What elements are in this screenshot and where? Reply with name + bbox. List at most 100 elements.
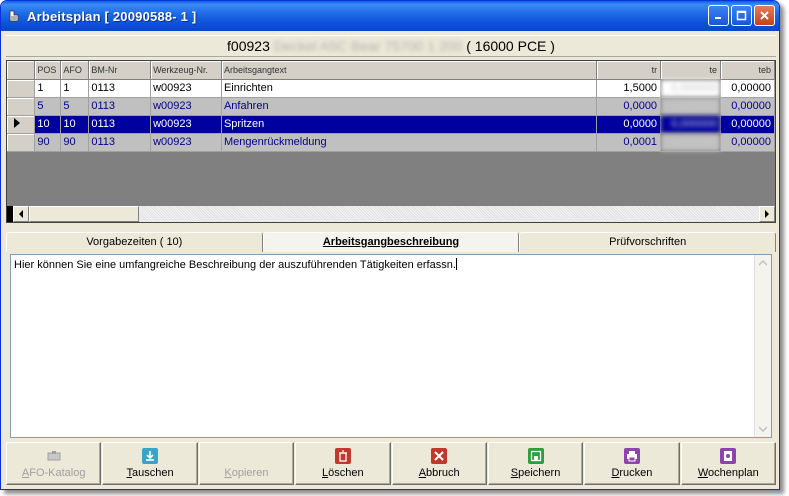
- cell-afo: 10: [60, 115, 90, 134]
- cell-bm-nr: 0113: [88, 79, 152, 98]
- text-caret: [455, 258, 457, 270]
- col-header-bm-nr[interactable]: BM-Nr: [88, 61, 152, 80]
- row-selector[interactable]: [7, 79, 36, 98]
- minimize-button[interactable]: [708, 5, 729, 26]
- cell-te: 0,000000: [660, 133, 721, 152]
- speichern-label: Speichern: [510, 467, 561, 479]
- arrow-left-icon: [19, 210, 23, 218]
- col-header-pos[interactable]: POS: [34, 61, 62, 80]
- cell-arbeitsgangtext: Einrichten: [221, 79, 598, 98]
- afo-katalog-button[interactable]: AFO-Katalog: [6, 442, 102, 485]
- close-button[interactable]: [754, 5, 775, 26]
- cell-teb: 0,00000: [720, 97, 775, 116]
- cell-te: 0,000000: [660, 79, 721, 98]
- col-header-werkzeug-nr[interactable]: Werkzeug-Nr.: [150, 61, 222, 80]
- cell-afo: 1: [60, 79, 90, 98]
- arrow-up-icon: [759, 260, 767, 266]
- table-row[interactable]: 5 5 0113 w00923 Anfahren 0,0000 0,000000…: [7, 97, 775, 116]
- close-icon: [760, 11, 769, 20]
- scroll-up-button[interactable]: [755, 255, 771, 271]
- cell-tr: 1,5000: [596, 79, 662, 98]
- cell-te: 0,000000: [660, 97, 721, 116]
- col-header-arbeitsgangtext[interactable]: Arbeitsgangtext: [221, 61, 598, 80]
- description-text: Hier können Sie eine umfangreiche Beschr…: [14, 259, 456, 271]
- table-row[interactable]: 1 1 0113 w00923 Einrichten 1,5000 0,0000…: [7, 79, 775, 98]
- cell-werkzeug-nr: w00923: [150, 79, 222, 98]
- cell-pos: 1: [34, 79, 62, 98]
- app-icon: [7, 9, 21, 23]
- scrollbar-track[interactable]: [139, 206, 759, 222]
- grid-horizontal-scrollbar[interactable]: [7, 205, 775, 222]
- kopieren-label: Kopieren: [224, 467, 269, 479]
- scroll-left-button[interactable]: [13, 206, 29, 222]
- tab-pruefvorschriften[interactable]: Prüfvorschriften: [519, 232, 777, 252]
- row-selector[interactable]: [7, 133, 36, 152]
- tab-vorgabezeiten[interactable]: Vorgabezeiten ( 10): [6, 232, 263, 252]
- save-disk-icon: [527, 448, 544, 464]
- cell-bm-nr: 0113: [88, 115, 152, 134]
- action-toolbar: AFO-Katalog Tauschen Kopieren Löschen Ab…: [6, 442, 776, 487]
- arbeitsplan-window: Arbeitsplan [ 20090588- 1 ] f00923 Decke…: [0, 0, 780, 490]
- article-quantity: ( 16000 PCE ): [466, 38, 555, 54]
- cell-afo: 5: [60, 97, 90, 116]
- cell-pos: 5: [34, 97, 62, 116]
- loeschen-button[interactable]: Löschen: [295, 442, 391, 485]
- trash-icon: [334, 448, 351, 464]
- scrollbar-thumb[interactable]: [29, 206, 139, 222]
- operations-table: POS AFO BM-Nr Werkzeug-Nr. Arbeitsgangte…: [7, 61, 775, 152]
- article-header: f00923 Deckel A5C Bear 75700 1 200 ( 160…: [6, 35, 776, 57]
- row-selector-current[interactable]: [7, 115, 36, 134]
- table-row[interactable]: 90 90 0113 w00923 Mengenrückmeldung 0,00…: [7, 133, 775, 152]
- operations-grid[interactable]: POS AFO BM-Nr Werkzeug-Nr. Arbeitsgangte…: [6, 60, 776, 223]
- drucken-button[interactable]: Drucken: [584, 442, 680, 485]
- cell-teb: 0,00000: [720, 133, 775, 152]
- tauschen-button[interactable]: Tauschen: [102, 442, 198, 485]
- col-header-afo[interactable]: AFO: [60, 61, 90, 80]
- cell-werkzeug-nr: w00923: [150, 133, 222, 152]
- table-row-selected[interactable]: 10 10 0113 w00923 Spritzen 0,0000 0,0000…: [7, 115, 775, 134]
- cell-afo: 90: [60, 133, 90, 152]
- article-code: f00923: [227, 38, 270, 54]
- current-row-arrow-icon: [14, 117, 20, 128]
- drucken-label: Drucken: [611, 467, 653, 479]
- tauschen-label: Tauschen: [126, 467, 174, 479]
- kopieren-button[interactable]: Kopieren: [198, 442, 295, 485]
- cell-teb: 0,00000: [720, 79, 775, 98]
- scroll-right-button[interactable]: [759, 206, 775, 222]
- col-header-te[interactable]: te: [660, 61, 721, 80]
- week-plan-icon: [720, 448, 737, 464]
- abbruch-label: Abbruch: [418, 467, 460, 479]
- description-vertical-scrollbar[interactable]: [754, 255, 771, 437]
- row-selector[interactable]: [7, 97, 36, 116]
- cell-werkzeug-nr: w00923: [150, 97, 222, 116]
- catalog-icon: [46, 448, 62, 464]
- speichern-button[interactable]: Speichern: [487, 442, 584, 485]
- maximize-button[interactable]: [731, 5, 752, 26]
- description-textarea[interactable]: Hier können Sie eine umfangreiche Beschr…: [10, 254, 772, 438]
- loeschen-label: Löschen: [322, 467, 364, 479]
- afo-katalog-label: AFO-Katalog: [21, 467, 86, 479]
- cell-bm-nr: 0113: [88, 133, 152, 152]
- wochenplan-label: Wochenplan: [697, 467, 759, 479]
- cell-arbeitsgangtext: Spritzen: [221, 115, 598, 134]
- cell-bm-nr: 0113: [88, 97, 152, 116]
- scroll-down-button[interactable]: [755, 421, 771, 437]
- cell-tr: 0,0001: [596, 133, 662, 152]
- title-bar[interactable]: Arbeitsplan [ 20090588- 1 ]: [1, 1, 779, 31]
- cancel-x-icon: [431, 448, 448, 464]
- description-text-container: Hier können Sie eine umfangreiche Beschr…: [14, 258, 751, 271]
- detail-tabs: Vorgabezeiten ( 10) Arbeitsgangbeschreib…: [6, 232, 777, 252]
- row-header-corner: [7, 61, 36, 80]
- cell-teb: 0,00000: [720, 115, 775, 134]
- cell-pos: 90: [34, 133, 62, 152]
- col-header-tr[interactable]: tr: [596, 61, 662, 80]
- col-header-teb[interactable]: teb: [720, 61, 775, 80]
- cell-werkzeug-nr: w00923: [150, 115, 222, 134]
- wochenplan-button[interactable]: Wochenplan: [680, 442, 776, 485]
- arrow-down-icon: [759, 426, 767, 432]
- abbruch-button[interactable]: Abbruch: [391, 442, 487, 485]
- tab-arbeitsgangbeschreibung[interactable]: Arbeitsgangbeschreibung: [262, 232, 520, 252]
- cell-arbeitsgangtext: Mengenrückmeldung: [221, 133, 598, 152]
- cell-tr: 0,0000: [596, 97, 662, 116]
- cell-tr: 0,0000: [596, 115, 662, 134]
